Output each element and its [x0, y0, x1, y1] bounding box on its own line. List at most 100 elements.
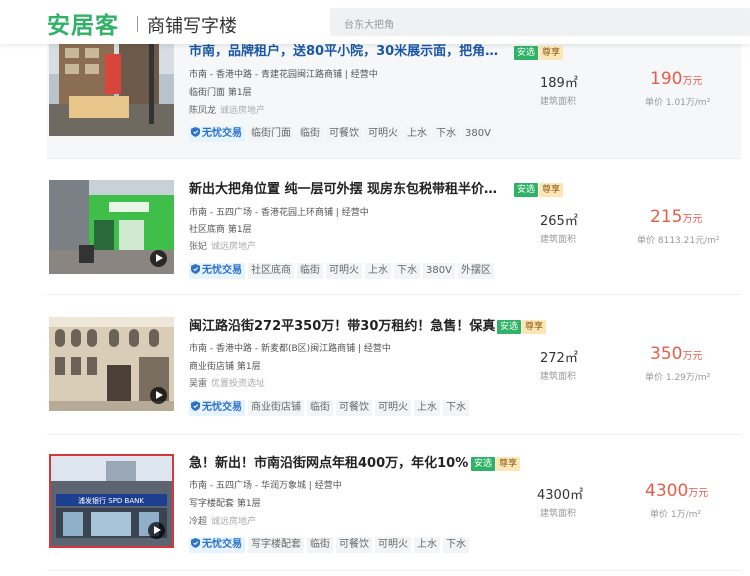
area-label: 建筑面积 [540, 509, 577, 519]
feature-label: 临街 [297, 126, 323, 142]
feature-label: 380V [462, 126, 494, 142]
feature-label: 可餐饮 [336, 400, 372, 416]
agent-name[interactable]: 吴雷 [189, 379, 207, 389]
area-label: 建筑面积 [540, 97, 577, 107]
zunxiang-badge: 尊享 [496, 457, 521, 471]
listing-location: 市南 - 五四广场 - 香港花园上环商铺 | 经营中 [189, 208, 369, 218]
feature-label: 临街门面 [248, 126, 294, 142]
listing-card[interactable]: 闽江路沿街272平350万！带30万租约！急售！保真 安选 尊享 市南 - 香港… [47, 317, 741, 442]
divider [47, 434, 741, 435]
feature-label: 临街 [307, 400, 333, 416]
feature-label: 下水 [443, 537, 469, 553]
zunxiang-badge: 尊享 [539, 183, 564, 197]
zunxiang-badge: 尊享 [539, 46, 564, 60]
listing-agent: 吴雷 优置投资选址 [189, 378, 265, 390]
shield-icon [191, 401, 200, 411]
agency-name: 诚远房地产 [211, 242, 257, 252]
listing-agent: 冷超 诚远房地产 [189, 516, 256, 528]
shield-icon [191, 127, 200, 137]
feature-label: 下水 [443, 400, 469, 416]
divider [47, 158, 741, 159]
feature-label: 写字楼配套 [248, 537, 304, 553]
feature-label: 上水 [365, 263, 391, 279]
listing-thumbnail[interactable] [49, 34, 174, 136]
agent-name[interactable]: 陈凤龙 [189, 106, 216, 116]
listing-title[interactable]: 市南，品牌租户，送80平小院，30米展示面，把角… [189, 43, 498, 61]
feature-label: 380V [423, 263, 455, 279]
listing-price: 215万元 [650, 207, 703, 227]
video-play-icon[interactable] [150, 250, 167, 267]
listing-floor: 社区底商 第1层 [189, 225, 252, 235]
feature-labels: 无忧交易 临街门面 临街 可餐饮 可明火 上水 下水 380V [189, 121, 497, 142]
divider [47, 570, 741, 571]
listing-title[interactable]: 闽江路沿街272平350万！带30万租约！急售！保真 [189, 318, 495, 336]
zunxiang-badge: 尊享 [522, 320, 547, 334]
listing-location: 市南 - 五四广场 - 华润万象城 | 经营中 [189, 481, 342, 491]
unit-price: 单价 1万/m² [650, 510, 701, 520]
unit-price: 单价 1.01万/m² [645, 98, 711, 108]
listing-area: 265㎡ [540, 214, 578, 229]
feature-label: 可明火 [326, 263, 362, 279]
listing-card[interactable]: 浦发银行 SPD BANK 急！新出！市南沿街网点年租400万，年化10% 安选… [47, 454, 741, 576]
logo-divider [137, 16, 138, 32]
listing-floor: 写字楼配套 第1层 [189, 499, 261, 509]
anxuan-badge: 安选 [471, 457, 496, 471]
listing-agent: 张妃 诚远房地产 [189, 241, 256, 253]
worry-free-label: 无忧交易 [189, 400, 245, 416]
agent-name[interactable]: 冷超 [189, 517, 207, 527]
listing-title[interactable]: 急！新出！市南沿街网点年租400万，年化10% [189, 455, 468, 473]
shield-icon [191, 264, 200, 274]
feature-label: 临街 [307, 537, 333, 553]
listing-location: 市南 - 香港中路 - 新麦都(B区)闽江路商铺 | 经营中 [189, 344, 391, 354]
video-play-icon[interactable] [148, 522, 165, 539]
listing-title[interactable]: 新出大把角位置 纯一层可外摆 现房东包税带租半价… [189, 181, 497, 199]
area-label: 建筑面积 [540, 235, 577, 245]
divider [47, 294, 741, 295]
listing-card[interactable]: 新出大把角位置 纯一层可外摆 现房东包税带租半价… 安选 尊享 市南 - 五四广… [47, 180, 741, 305]
agency-name: 优置投资选址 [211, 379, 266, 389]
anxuan-badge: 安选 [514, 46, 539, 60]
worry-free-label: 无忧交易 [189, 263, 245, 279]
feature-label: 外摆区 [457, 263, 494, 279]
worry-free-label: 无忧交易 [189, 537, 245, 553]
listing-price: 190万元 [650, 69, 703, 89]
feature-label: 下水 [433, 126, 459, 142]
search-input[interactable]: 台东大把角 [330, 8, 750, 36]
listing-floor: 商业街店铺 第1层 [189, 362, 261, 372]
listing-thumbnail[interactable] [49, 317, 174, 411]
video-play-icon[interactable] [150, 387, 167, 404]
agent-name[interactable]: 张妃 [189, 242, 207, 252]
feature-label: 可明火 [375, 537, 411, 553]
listing-location: 市南 - 香港中路 - 青建花园闽江路商铺 | 经营中 [189, 70, 378, 80]
feature-labels: 无忧交易 社区底商 临街 可明火 上水 下水 380V 外摆区 [189, 258, 497, 279]
feature-label: 可明火 [365, 126, 401, 142]
agency-name: 诚远房地产 [220, 106, 266, 116]
worry-free-label: 无忧交易 [189, 126, 245, 142]
feature-label: 社区底商 [248, 263, 294, 279]
listing-card[interactable]: 市南，品牌租户，送80平小院，30米展示面，把角… 安选 尊享 市南 - 香港中… [47, 34, 741, 159]
agency-name: 诚远房地产 [211, 517, 257, 527]
feature-label: 可餐饮 [326, 126, 362, 142]
unit-price: 单价 1.29万/m² [645, 373, 711, 383]
anxuan-badge: 安选 [497, 320, 522, 334]
feature-labels: 无忧交易 写字楼配套 临街 可餐饮 可明火 上水 下水 [189, 532, 472, 553]
feature-labels: 无忧交易 商业街店铺 临街 可餐饮 可明火 上水 下水 [189, 395, 472, 416]
listing-price: 350万元 [650, 344, 703, 364]
area-label: 建筑面积 [540, 372, 577, 382]
top-header: 安居客 商铺写字楼 台东大把角 [0, 0, 750, 44]
feature-label: 临街 [297, 263, 323, 279]
channel-title[interactable]: 商铺写字楼 [147, 12, 237, 38]
bank-sign: 浦发银行 SPD BANK [78, 496, 144, 505]
site-logo[interactable]: 安居客 [47, 6, 119, 40]
unit-price: 单价 8113.21元/m² [637, 236, 720, 246]
feature-label: 可餐饮 [336, 537, 372, 553]
feature-label: 上水 [404, 126, 430, 142]
feature-label: 商业街店铺 [248, 400, 304, 416]
listing-thumbnail[interactable]: 浦发银行 SPD BANK [49, 454, 174, 548]
feature-label: 下水 [394, 263, 420, 279]
anxuan-badge: 安选 [514, 183, 539, 197]
listing-area: 272㎡ [540, 351, 578, 366]
listing-thumbnail[interactable] [49, 180, 174, 274]
listing-area: 4300㎡ [537, 488, 584, 503]
listing-price: 4300万元 [645, 481, 709, 501]
